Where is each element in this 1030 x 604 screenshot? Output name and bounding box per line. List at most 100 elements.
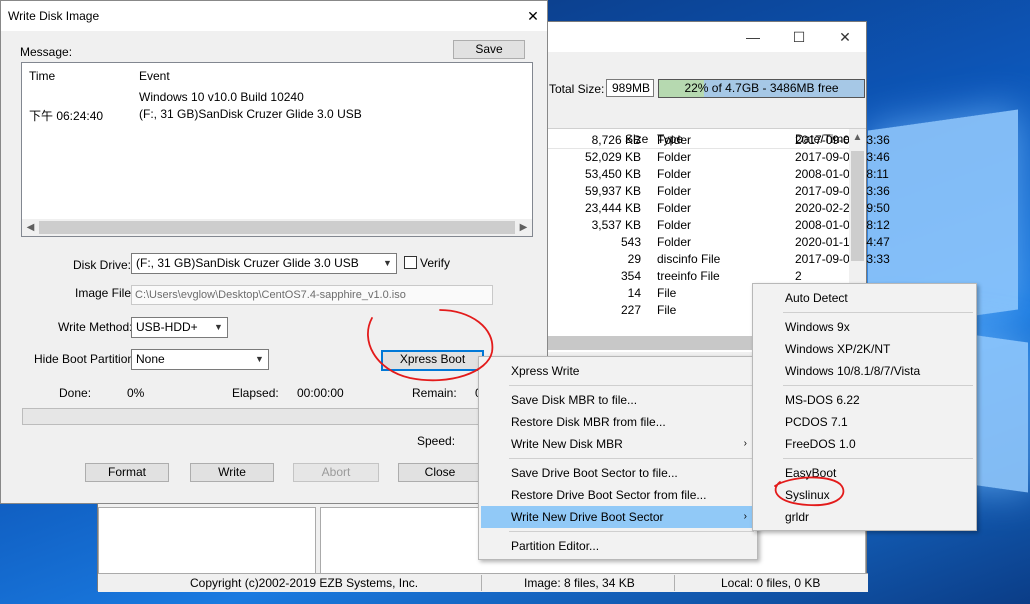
file-list-row[interactable]: 23,444 KB Folder 2020-02-25 19:50 [545, 200, 890, 217]
file-size-cell: 52,029 KB [584, 150, 641, 164]
menu-write-new-disk-mbr[interactable]: Write New Disk MBR › [481, 433, 755, 455]
hide-boot-partition-label: Hide Boot Partition: [34, 352, 138, 366]
file-list-row[interactable]: 52,029 KB Folder 2017-09-06 13:46 [545, 149, 890, 166]
scroll-right-arrow-icon[interactable]: ▶ [515, 219, 532, 236]
file-date-cell: 2017-09-06 13:33 [795, 252, 890, 266]
verify-label: Verify [420, 256, 451, 270]
message-log[interactable]: Time Event Windows 10 v10.0 Build 10240 … [21, 62, 533, 237]
boot-sector-submenu: Auto Detect Windows 9x Windows XP/2K/NT … [752, 283, 977, 531]
log-row-time: 下午 06:24:40 [29, 109, 104, 123]
scroll-up-arrow-icon[interactable]: ▲ [849, 129, 866, 146]
status-image-info: Image: 8 files, 34 KB [524, 576, 635, 590]
local-folder-tree[interactable] [98, 507, 316, 575]
menu-write-new-drive-boot-sector[interactable]: Write New Drive Boot Sector › [481, 506, 755, 528]
submenu-windows-9x[interactable]: Windows 9x [755, 316, 974, 338]
file-type-cell: Folder [657, 150, 692, 164]
file-list-row[interactable]: 543 Folder 2020-01-19 04:47 [545, 234, 890, 251]
file-list-row[interactable]: 53,450 KB Folder 2008-01-01 08:11 [545, 166, 889, 183]
capacity-text: 22% of 4.7GB - 3486MB free [684, 81, 839, 95]
submenu-auto-detect[interactable]: Auto Detect [755, 287, 974, 309]
submenu-windows-xp[interactable]: Windows XP/2K/NT [755, 338, 974, 360]
file-size-cell: 14 [627, 286, 641, 300]
dialog-titlebar: Write Disk Image ✕ [1, 1, 547, 31]
elapsed-value: 00:00:00 [297, 386, 344, 400]
disk-drive-label: Disk Drive: [73, 258, 132, 272]
elapsed-label: Elapsed: [232, 386, 279, 400]
dialog-close-button[interactable]: ✕ [519, 1, 547, 31]
file-list-row[interactable]: 59,937 KB Folder 2017-09-06 13:36 [545, 183, 890, 200]
log-scroll-thumb[interactable] [39, 221, 515, 234]
menu-save-disk-mbr[interactable]: Save Disk MBR to file... [481, 389, 755, 411]
submenu-ms-dos[interactable]: MS-DOS 6.22 [755, 389, 974, 411]
menu-xpress-write[interactable]: Xpress Write [481, 360, 755, 382]
submenu-freedos[interactable]: FreeDOS 1.0 [755, 433, 974, 455]
submenu-syslinux[interactable]: Syslinux [755, 484, 974, 506]
scrollbar-thumb[interactable] [851, 151, 864, 261]
log-row-event: (F:, 31 GB)SanDisk Cruzer Glide 3.0 USB [139, 107, 362, 121]
total-size-label: Total Size: [549, 82, 605, 96]
status-copyright: Copyright (c)2002-2019 EZB Systems, Inc. [190, 576, 419, 590]
menu-restore-drive-boot-sector[interactable]: Restore Drive Boot Sector from file... [481, 484, 755, 506]
log-hscrollbar[interactable]: ◀ ▶ [22, 219, 532, 236]
abort-button[interactable]: Abort [293, 463, 379, 482]
file-date-cell: 2020-02-25 19:50 [795, 201, 890, 215]
write-disk-image-dialog: Write Disk Image ✕ Message: Save Time Ev… [0, 0, 548, 504]
capacity-bar: 22% of 4.7GB - 3486MB free [658, 79, 865, 98]
submenu-grldr[interactable]: grldr [755, 506, 974, 528]
close-dialog-button[interactable]: Close [398, 463, 482, 482]
menu-partition-editor[interactable]: Partition Editor... [481, 535, 755, 557]
file-date-cell: 2008-01-01 08:12 [795, 218, 890, 232]
file-date-cell: 2017-09-06 13:36 [795, 133, 890, 147]
hide-boot-partition-value: None [136, 352, 165, 366]
maximize-button[interactable]: ☐ [776, 22, 822, 52]
done-value: 0% [127, 386, 145, 400]
scroll-left-arrow-icon[interactable]: ◀ [22, 219, 39, 236]
file-size-cell: 354 [620, 269, 641, 283]
chevron-down-icon: ▼ [214, 322, 223, 332]
menu-save-drive-boot-sector[interactable]: Save Drive Boot Sector to file... [481, 462, 755, 484]
file-date-cell: 2 [795, 269, 802, 283]
xpress-boot-button[interactable]: Xpress Boot [381, 350, 484, 371]
file-list-row[interactable]: 3,537 KB Folder 2008-01-01 08:12 [545, 217, 890, 234]
total-size-value: 989MB [606, 79, 654, 97]
close-button[interactable]: ✕ [822, 22, 868, 52]
image-file-field[interactable]: C:\Users\evglow\Desktop\CentOS7.4-sapphi… [131, 285, 493, 305]
submenu-arrow-icon: › [743, 438, 747, 449]
file-type-cell: Folder [657, 167, 692, 181]
submenu-pcdos[interactable]: PCDOS 7.1 [755, 411, 974, 433]
disk-drive-value: (F:, 31 GB)SanDisk Cruzer Glide 3.0 USB [136, 256, 359, 270]
message-label: Message: [20, 45, 73, 59]
file-type-cell: File [657, 286, 677, 300]
file-type-cell: File [657, 303, 677, 317]
verify-checkbox[interactable] [404, 256, 417, 269]
submenu-windows-10[interactable]: Windows 10/8.1/8/7/Vista [755, 360, 974, 382]
write-method-select[interactable]: USB-HDD+ ▼ [131, 317, 228, 338]
save-log-button[interactable]: Save [453, 40, 525, 59]
write-button[interactable]: Write [190, 463, 274, 482]
format-button[interactable]: Format [85, 463, 169, 482]
minimize-button[interactable]: — [730, 22, 776, 52]
file-size-cell: 53,450 KB [584, 167, 641, 181]
file-size-cell: 227 [620, 303, 641, 317]
hide-boot-partition-select[interactable]: None ▼ [131, 349, 269, 370]
file-type-cell: treeinfo File [657, 269, 720, 283]
done-label: Done: [59, 386, 92, 400]
write-method-label: Write Method: [58, 320, 133, 334]
log-row-event: Windows 10 v10.0 Build 10240 [139, 90, 304, 104]
file-type-cell: discinfo File [657, 252, 721, 266]
remain-label: Remain: [412, 386, 457, 400]
write-method-value: USB-HDD+ [136, 320, 198, 334]
log-column-time: Time [29, 69, 56, 83]
dialog-title: Write Disk Image [8, 9, 100, 23]
file-size-cell: 59,937 KB [584, 184, 641, 198]
file-size-cell: 29 [627, 252, 641, 266]
file-list-row[interactable]: 8,726 KB Folder 2017-09-06 13:36 [545, 132, 890, 149]
menu-restore-disk-mbr[interactable]: Restore Disk MBR from file... [481, 411, 755, 433]
file-list-row[interactable]: 29 discinfo File 2017-09-06 13:33 [545, 251, 890, 268]
submenu-easyboot[interactable]: EasyBoot [755, 462, 974, 484]
disk-drive-select[interactable]: (F:, 31 GB)SanDisk Cruzer Glide 3.0 USB … [131, 253, 397, 274]
file-date-cell: 2017-09-06 13:46 [795, 150, 890, 164]
file-size-cell: 3,537 KB [591, 218, 641, 232]
submenu-arrow-icon: › [743, 511, 747, 522]
status-local-info: Local: 0 files, 0 KB [721, 576, 821, 590]
